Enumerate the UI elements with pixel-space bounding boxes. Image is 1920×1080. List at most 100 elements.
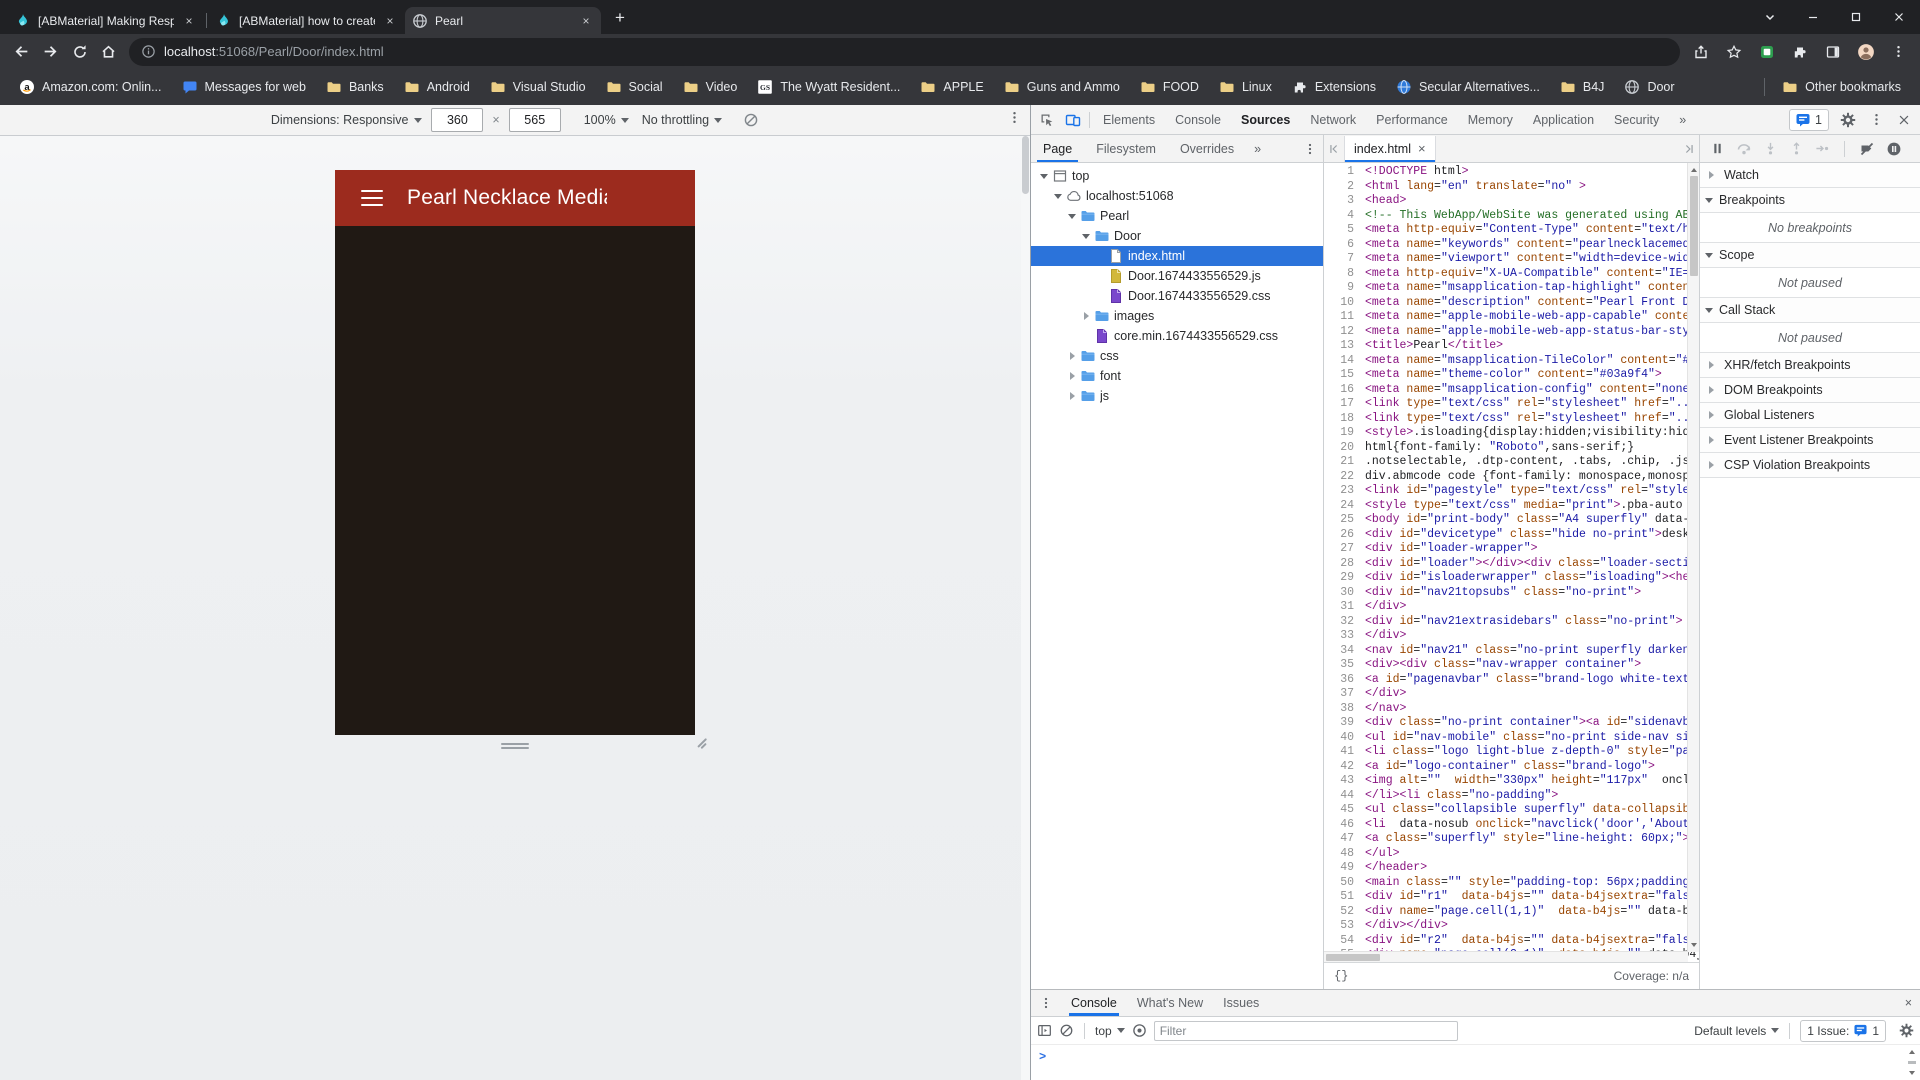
line-number[interactable]: 31	[1324, 600, 1354, 615]
emulated-viewport[interactable]: Pearl Necklace Media	[335, 170, 695, 735]
tree-item-css[interactable]: css	[1031, 346, 1323, 366]
zoom-select[interactable]: 100%	[584, 113, 629, 127]
dimensions-select[interactable]: Dimensions: Responsive	[271, 113, 423, 127]
toggle-device-toolbar-button[interactable]	[1060, 107, 1086, 133]
bookmark-item[interactable]: Guns and Ammo	[995, 75, 1129, 99]
inspect-element-button[interactable]	[1034, 107, 1060, 133]
maximize-button[interactable]	[1834, 0, 1877, 34]
bookmark-item[interactable]: Extensions	[1283, 75, 1385, 99]
tree-item-Door[interactable]: Door	[1031, 226, 1323, 246]
line-number[interactable]: 50	[1324, 876, 1354, 891]
tree-item-images[interactable]: images	[1031, 306, 1323, 326]
line-number[interactable]: 52	[1324, 905, 1354, 920]
bookmark-item[interactable]: Linux	[1210, 75, 1281, 99]
browser-tab-1[interactable]: [ABMaterial] Making Responsive ×	[8, 7, 204, 34]
bookmark-item[interactable]: Messages for web	[173, 75, 315, 99]
line-number[interactable]: 3	[1324, 194, 1354, 209]
browser-menu-chevron[interactable]	[1748, 0, 1791, 34]
devtools-tab-memory[interactable]: Memory	[1458, 105, 1523, 134]
close-tab-icon[interactable]: ×	[1418, 141, 1426, 156]
tree-expander[interactable]	[1065, 352, 1079, 360]
tab-scroll-right-button[interactable]	[1679, 136, 1699, 162]
line-number[interactable]: 13	[1324, 339, 1354, 354]
close-tab-icon[interactable]: ×	[578, 13, 594, 29]
line-number[interactable]: 5	[1324, 223, 1354, 238]
bookmark-item[interactable]: Door	[1615, 75, 1683, 99]
bookmark-item[interactable]: GS The Wyatt Resident...	[748, 75, 909, 99]
editor-hscrollbar-thumb[interactable]	[1326, 953, 1380, 961]
bookmark-item[interactable]: Social	[597, 75, 672, 99]
scroll-up-arrow[interactable]	[1688, 164, 1699, 175]
bookmark-item[interactable]: B4J	[1551, 75, 1614, 99]
step-out-icon[interactable]	[1789, 141, 1804, 156]
line-number[interactable]: 49	[1324, 861, 1354, 876]
console-filter-input[interactable]	[1153, 1020, 1458, 1041]
console-tab-console[interactable]: Console	[1061, 991, 1127, 1016]
close-tab-icon[interactable]: ×	[382, 13, 398, 29]
line-number[interactable]: 9	[1324, 281, 1354, 296]
pause-on-exceptions-icon[interactable]	[1886, 141, 1902, 157]
forward-button[interactable]	[36, 37, 65, 66]
close-tab-icon[interactable]: ×	[181, 13, 197, 29]
pretty-print-button[interactable]: {}	[1334, 969, 1348, 983]
tree-item-core.min.1674433556529.css[interactable]: core.min.1674433556529.css	[1031, 326, 1323, 346]
line-number[interactable]: 21	[1324, 455, 1354, 470]
console-scrollbar-thumb[interactable]	[1908, 1061, 1916, 1064]
line-number[interactable]: 19	[1324, 426, 1354, 441]
close-drawer-button[interactable]: ×	[1905, 996, 1912, 1010]
side-panel-button[interactable]	[1818, 37, 1847, 66]
debugger-section-scope[interactable]: Scope	[1700, 243, 1920, 268]
debugger-section-dom-breakpoints[interactable]: DOM Breakpoints	[1700, 378, 1920, 403]
step-into-icon[interactable]	[1763, 141, 1778, 156]
console-prompt-area[interactable]: >	[1031, 1045, 1920, 1080]
site-info-icon[interactable]	[141, 44, 156, 59]
line-number[interactable]: 4	[1324, 209, 1354, 224]
navigator-menu-kebab[interactable]	[1303, 142, 1317, 156]
devtools-tab-performance[interactable]: Performance	[1366, 105, 1458, 134]
code-editor[interactable]: 1 2 3 4 5 6 7 8 9 10 11 12 13 14 15 16 17 18 19 20 21 22 23 24 2…	[1324, 163, 1699, 962]
line-number[interactable]: 48	[1324, 847, 1354, 862]
bookmark-star-button[interactable]	[1719, 37, 1748, 66]
viewport-corner-resize-handle[interactable]	[695, 736, 709, 750]
debugger-section-event-listener-breakpoints[interactable]: Event Listener Breakpoints	[1700, 428, 1920, 453]
line-number[interactable]: 43	[1324, 774, 1354, 789]
devtools-tab-security[interactable]: Security	[1604, 105, 1669, 134]
devtools-settings-button[interactable]	[1835, 107, 1861, 133]
console-context-select[interactable]: top	[1095, 1024, 1125, 1038]
code-content[interactable]: <!DOCTYPE html> <html lang="en" translate…	[1359, 163, 1699, 962]
device-options-kebab[interactable]	[1007, 110, 1022, 125]
debugger-section-breakpoints[interactable]: Breakpoints	[1700, 188, 1920, 213]
line-number[interactable]: 18	[1324, 412, 1354, 427]
tree-item-font[interactable]: font	[1031, 366, 1323, 386]
console-tab-issues[interactable]: Issues	[1213, 991, 1269, 1016]
scroll-up-arrow[interactable]	[1909, 1047, 1915, 1054]
editor-vertical-scrollbar[interactable]	[1687, 163, 1699, 952]
line-number[interactable]: 28	[1324, 557, 1354, 572]
step-icon[interactable]	[1815, 141, 1830, 156]
console-levels-select[interactable]: Default levels	[1694, 1024, 1780, 1038]
tree-item-Door.1674433556529.css[interactable]: Door.1674433556529.css	[1031, 286, 1323, 306]
hamburger-menu-icon[interactable]	[361, 190, 383, 206]
tree-expander[interactable]	[1079, 312, 1093, 320]
line-number[interactable]: 30	[1324, 586, 1354, 601]
browser-menu-button[interactable]	[1884, 37, 1913, 66]
new-tab-button[interactable]: +	[607, 5, 633, 31]
line-number[interactable]: 46	[1324, 818, 1354, 833]
tree-item-Pearl[interactable]: Pearl	[1031, 206, 1323, 226]
line-number[interactable]: 26	[1324, 528, 1354, 543]
line-number[interactable]: 39	[1324, 716, 1354, 731]
live-expression-eye-icon[interactable]	[1132, 1023, 1147, 1038]
tree-expander[interactable]	[1065, 372, 1079, 380]
browser-tab-2[interactable]: [ABMaterial] how to create a fixe ×	[209, 7, 405, 34]
share-button[interactable]	[1686, 37, 1715, 66]
tree-item-localhost-51068[interactable]: localhost:51068	[1031, 186, 1323, 206]
bookmark-item[interactable]: APPLE	[911, 75, 992, 99]
console-sidebar-icon[interactable]	[1037, 1023, 1052, 1038]
deactivate-breakpoints-icon[interactable]	[1859, 141, 1875, 157]
tree-item-index.html[interactable]: index.html	[1031, 246, 1323, 266]
devtools-tab-elements[interactable]: Elements	[1093, 105, 1165, 134]
line-number[interactable]: 15	[1324, 368, 1354, 383]
line-number[interactable]: 29	[1324, 571, 1354, 586]
reader-extension-button[interactable]	[1752, 37, 1781, 66]
drawer-menu-kebab[interactable]	[1031, 996, 1061, 1010]
